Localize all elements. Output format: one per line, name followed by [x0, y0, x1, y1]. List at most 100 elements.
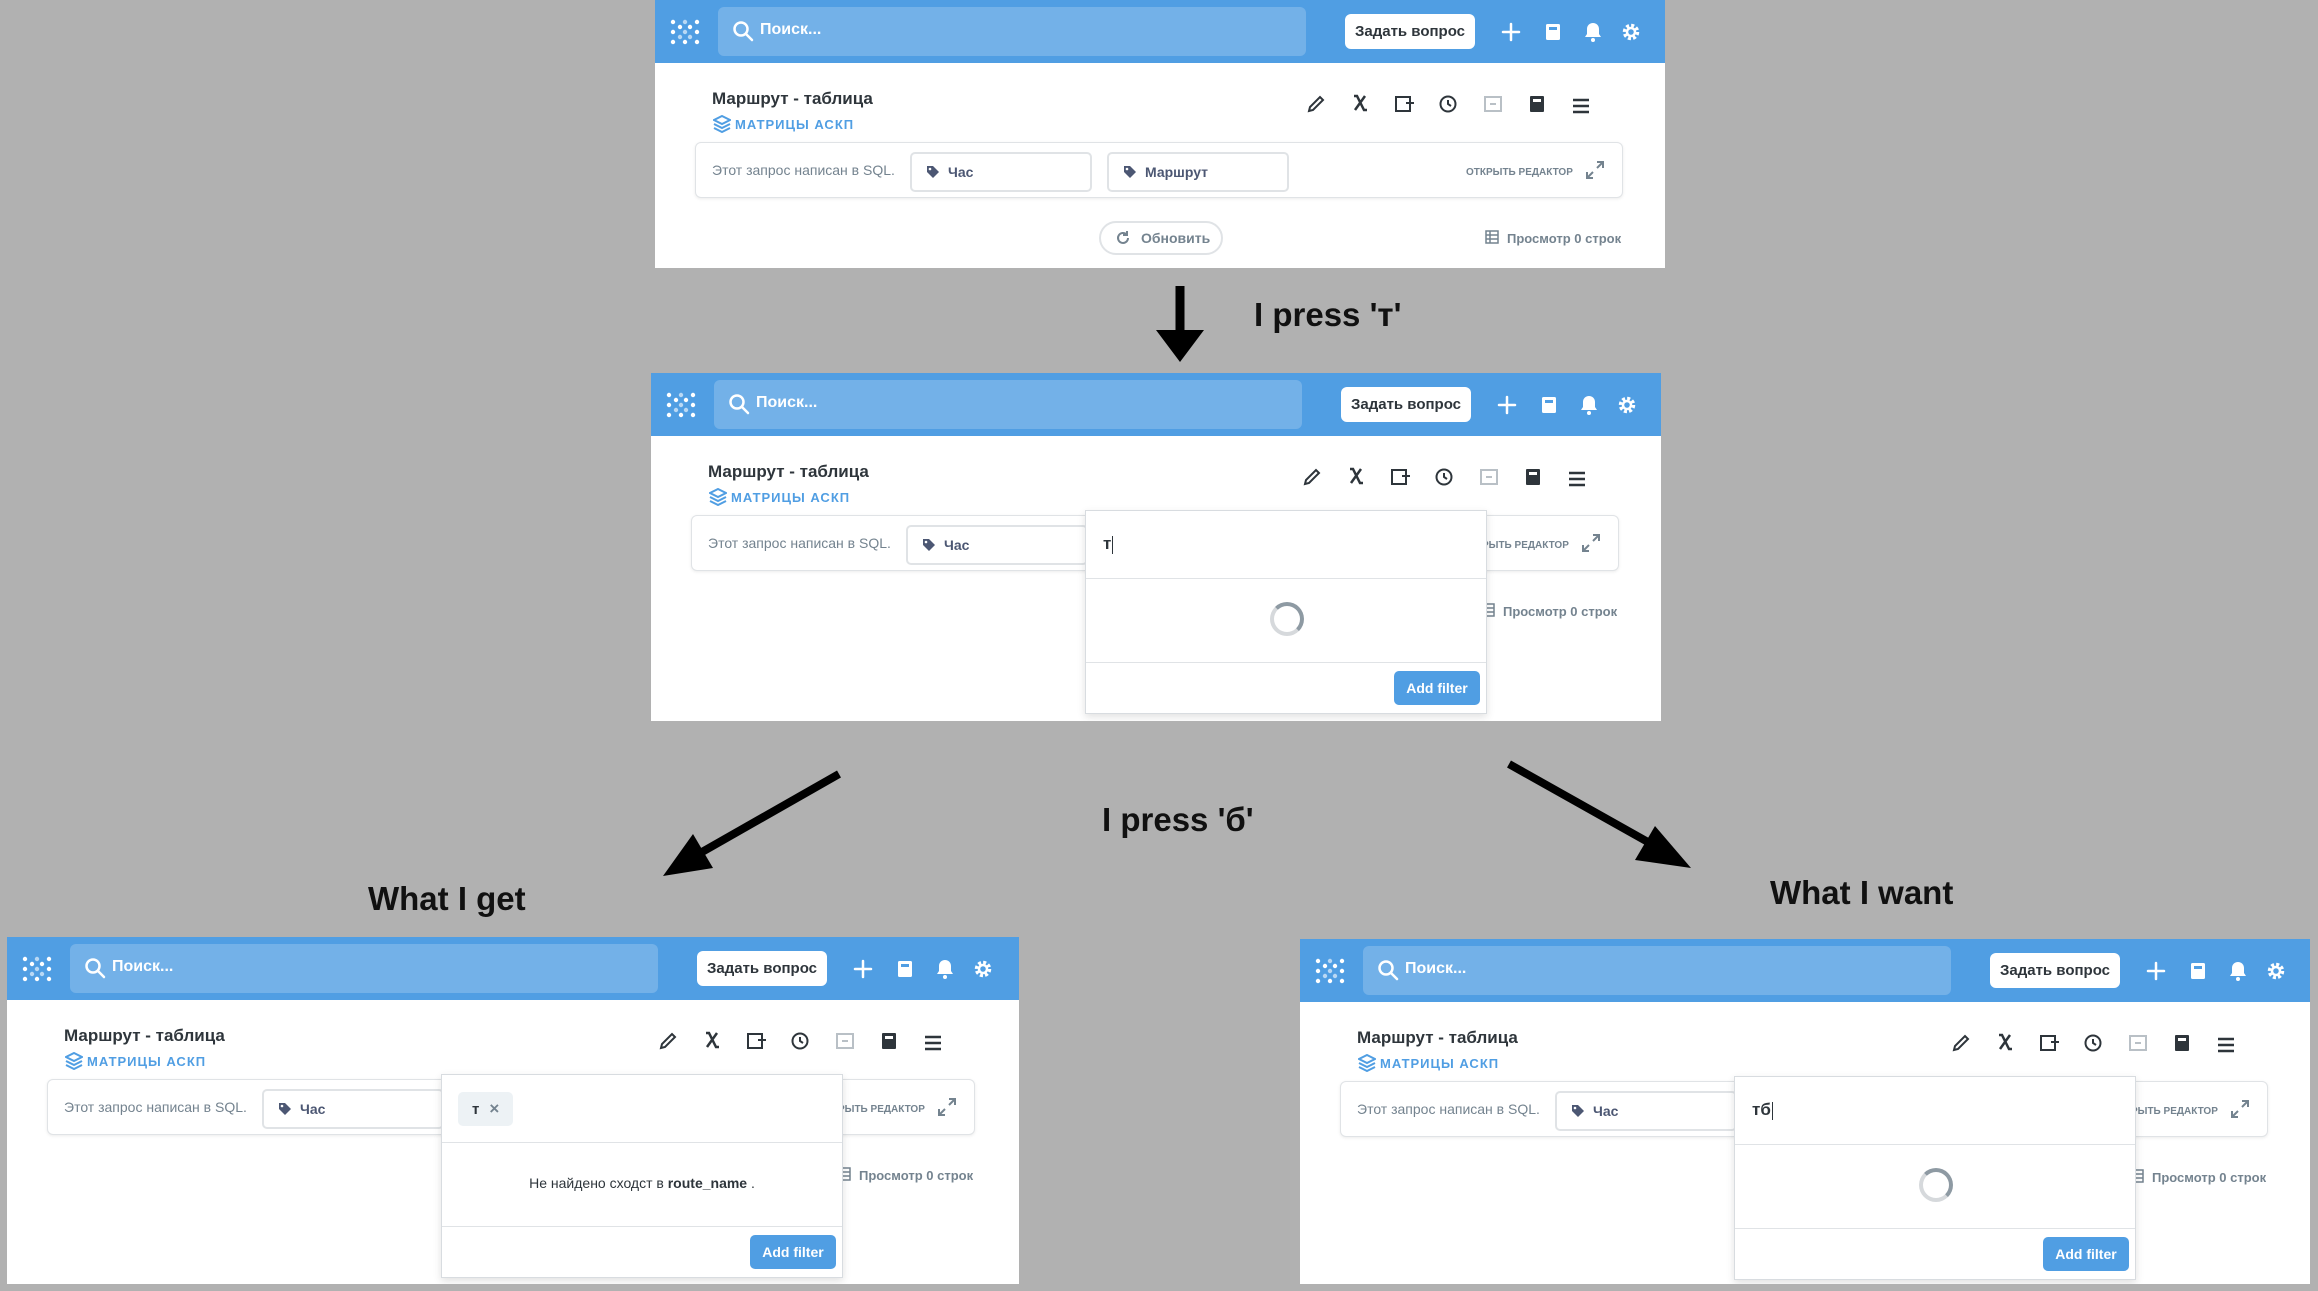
menu-icon[interactable]	[1570, 95, 1592, 117]
search-input[interactable]: Поиск...	[718, 7, 1306, 56]
plus-icon[interactable]	[851, 957, 875, 981]
row-count: Просмотр 0 строк	[1481, 603, 1617, 619]
pencil-icon[interactable]	[1305, 93, 1327, 115]
history-icon[interactable]	[1433, 466, 1455, 488]
data-reference-icon[interactable]	[1482, 93, 1504, 115]
collection-link[interactable]: МАТРИЦЫ АСКП	[713, 115, 854, 133]
gear-icon[interactable]	[1615, 393, 1639, 417]
bell-icon[interactable]	[933, 957, 957, 981]
metabase-logo-icon[interactable]	[1315, 957, 1345, 985]
parameter-route[interactable]: Маршрут	[1107, 152, 1289, 192]
collection-icon[interactable]	[1537, 393, 1561, 417]
parameter-hour[interactable]: Час	[910, 152, 1092, 192]
data-reference-icon[interactable]	[2127, 1032, 2149, 1054]
refresh-button[interactable]: Обновить	[1099, 221, 1223, 255]
filter-popover: т Add filter	[1085, 510, 1487, 714]
collection-link[interactable]: МАТРИЦЫ АСКП	[65, 1052, 206, 1070]
pencil-icon[interactable]	[1301, 466, 1323, 488]
snippet-icon[interactable]	[2038, 1032, 2060, 1054]
data-reference-icon[interactable]	[834, 1030, 856, 1052]
filter-token-label: т	[472, 1100, 480, 1118]
metabase-logo-icon[interactable]	[666, 391, 696, 419]
gear-icon[interactable]	[971, 957, 995, 981]
filter-search-input[interactable]: т	[1086, 511, 1486, 579]
add-filter-button[interactable]: Add filter	[750, 1235, 836, 1269]
variable-x-icon[interactable]	[1349, 92, 1371, 114]
bell-icon[interactable]	[2226, 959, 2250, 983]
collection-icon[interactable]	[2186, 959, 2210, 983]
loading-spinner	[1919, 1168, 1953, 1202]
open-editor-link[interactable]: ОТКРЫТЬ РЕДАКТОР	[1466, 167, 1573, 178]
gear-icon[interactable]	[2264, 959, 2288, 983]
question-title[interactable]: Маршрут - таблица	[712, 89, 873, 109]
ask-question-button[interactable]: Задать вопрос	[1341, 387, 1471, 422]
ask-question-button[interactable]: Задать вопрос	[1345, 14, 1475, 49]
parameter-hour[interactable]: Час	[906, 525, 1088, 565]
book-icon[interactable]	[1526, 93, 1548, 115]
remove-token-icon[interactable]: ×	[489, 1099, 499, 1119]
bell-icon[interactable]	[1581, 20, 1605, 44]
plus-icon[interactable]	[1495, 393, 1519, 417]
menu-icon[interactable]	[1566, 468, 1588, 490]
question-title[interactable]: Маршрут - таблица	[1357, 1028, 1518, 1048]
variable-x-icon[interactable]	[1345, 465, 1367, 487]
parameter-hour[interactable]: Час	[1555, 1091, 1737, 1131]
snippet-icon[interactable]	[1393, 93, 1415, 115]
collection-icon[interactable]	[1541, 20, 1565, 44]
history-icon[interactable]	[1437, 93, 1459, 115]
results-area: Не найдено сходст в route_name .	[442, 1143, 842, 1227]
typed-text: т	[1103, 534, 1114, 554]
ask-question-button[interactable]: Задать вопрос	[697, 951, 827, 986]
search-input[interactable]: Поиск...	[1363, 946, 1951, 995]
collection-link[interactable]: МАТРИЦЫ АСКП	[1358, 1054, 1500, 1072]
menu-icon[interactable]	[922, 1032, 944, 1054]
navbar: Поиск... Задать вопрос	[1300, 939, 2310, 1002]
ask-question-button[interactable]: Задать вопрос	[1990, 953, 2120, 988]
history-icon[interactable]	[789, 1030, 811, 1052]
variable-x-icon[interactable]	[701, 1029, 723, 1051]
refresh-icon	[1117, 231, 1129, 244]
history-icon[interactable]	[2082, 1032, 2104, 1054]
sql-note: Этот запрос написан в SQL.	[712, 162, 895, 178]
question-title[interactable]: Маршрут - таблица	[64, 1026, 225, 1046]
menu-icon[interactable]	[2215, 1034, 2237, 1056]
filter-search-input[interactable]: тб	[1735, 1077, 2135, 1145]
metabase-logo-icon[interactable]	[22, 955, 52, 983]
snippet-icon[interactable]	[1389, 466, 1411, 488]
gear-icon[interactable]	[1619, 20, 1643, 44]
row-count-label: Просмотр 0 строк	[859, 1168, 974, 1183]
add-filter-button[interactable]: Add filter	[2043, 1237, 2129, 1271]
question-title[interactable]: Маршрут - таблица	[708, 462, 869, 482]
plus-icon[interactable]	[1499, 20, 1523, 44]
book-icon[interactable]	[2171, 1032, 2193, 1054]
bell-icon[interactable]	[1577, 393, 1601, 417]
add-filter-button[interactable]: Add filter	[1394, 671, 1480, 705]
expand-icon[interactable]	[2229, 1098, 2251, 1120]
data-reference-icon[interactable]	[1478, 466, 1500, 488]
parameter-hour[interactable]: Час	[262, 1089, 444, 1129]
expand-icon[interactable]	[1580, 532, 1602, 554]
plus-icon[interactable]	[2144, 959, 2168, 983]
search-input[interactable]: Поиск...	[70, 944, 658, 993]
filter-token[interactable]: т ×	[458, 1092, 514, 1126]
parameter-hour-label: Час	[944, 537, 970, 553]
expand-icon[interactable]	[1584, 159, 1606, 181]
table-icon	[1485, 230, 1499, 244]
caption-what-i-get: What I get	[368, 880, 526, 917]
variable-x-icon[interactable]	[1994, 1031, 2016, 1053]
pencil-icon[interactable]	[657, 1030, 679, 1052]
search-placeholder: Поиск...	[760, 21, 822, 38]
expand-icon[interactable]	[936, 1096, 958, 1118]
navbar: Поиск... Задать вопрос	[655, 0, 1665, 63]
snippet-icon[interactable]	[745, 1030, 767, 1052]
filter-search-input[interactable]: т ×	[442, 1075, 842, 1143]
metabase-logo-icon[interactable]	[670, 18, 700, 46]
collection-name: МАТРИЦЫ АСКП	[1380, 1056, 1500, 1071]
pencil-icon[interactable]	[1950, 1032, 1972, 1054]
book-icon[interactable]	[878, 1030, 900, 1052]
collection-link[interactable]: МАТРИЦЫ АСКП	[709, 488, 850, 506]
search-input[interactable]: Поиск...	[714, 380, 1302, 429]
collection-icon[interactable]	[893, 957, 917, 981]
book-icon[interactable]	[1522, 466, 1544, 488]
arrow-down-icon	[1156, 286, 1204, 362]
